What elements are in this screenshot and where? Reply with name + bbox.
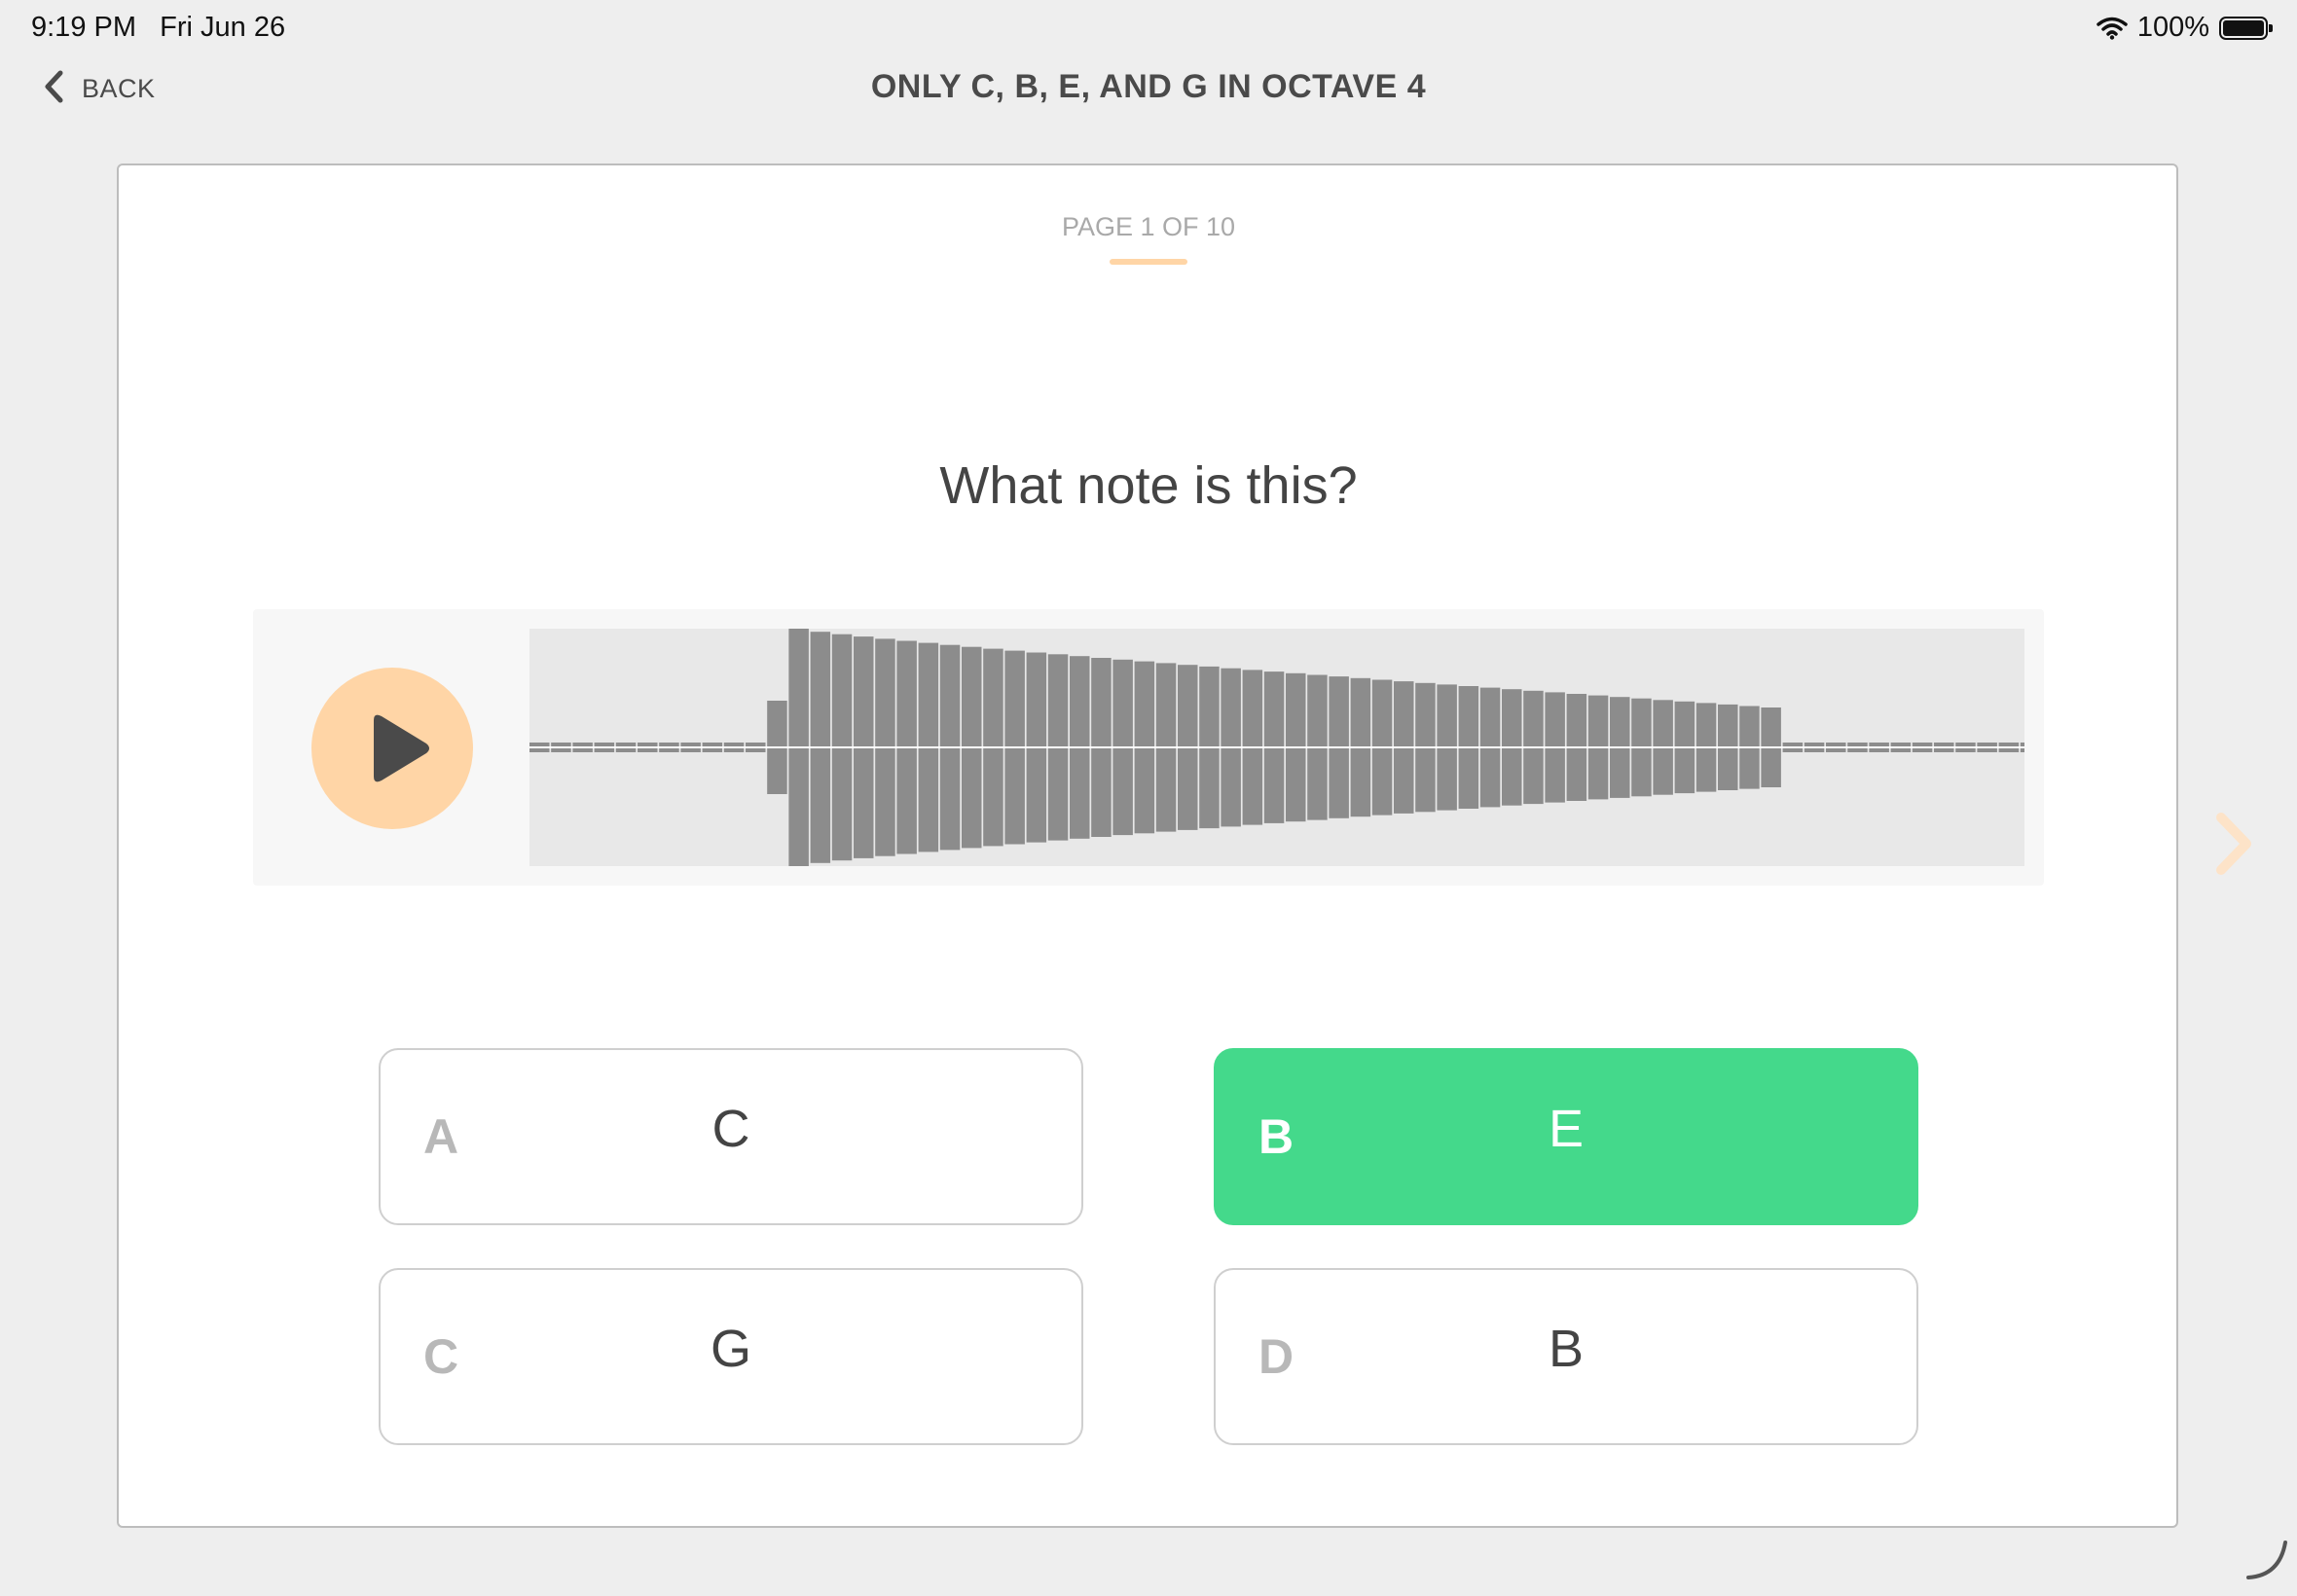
corner-handle-icon: [2244, 1537, 2289, 1586]
page-indicator-underline: [1110, 259, 1187, 265]
status-date: Fri Jun 26: [160, 12, 286, 43]
play-button[interactable]: [311, 668, 473, 829]
answer-value: E: [1548, 1100, 1585, 1158]
chevron-right-icon: [2216, 813, 2251, 875]
answer-value: C: [711, 1100, 750, 1158]
page-indicator: PAGE 1 OF 10: [1061, 212, 1236, 241]
status-time: 9:19 PM: [31, 12, 136, 43]
next-page-button[interactable]: [2213, 812, 2256, 881]
question-text: What note is this?: [939, 456, 1358, 515]
play-icon: [374, 714, 429, 782]
answer-option-c[interactable]: C G: [379, 1268, 1083, 1445]
status-bar-left: 9:19 PM Fri Jun 26: [31, 12, 285, 44]
status-bar-right: 100%: [2096, 12, 2273, 44]
answer-value: B: [1548, 1320, 1585, 1378]
answer-option-b[interactable]: B E: [1214, 1048, 1918, 1225]
answer-value: G: [710, 1320, 751, 1378]
battery-percent: 100%: [2136, 12, 2209, 43]
page-title: ONLY C, B, E, AND G IN OCTAVE 4: [870, 68, 1427, 105]
answer-option-a[interactable]: A C: [379, 1048, 1083, 1225]
wifi-icon: [2096, 17, 2128, 40]
battery-icon: [2219, 16, 2273, 40]
waveform[interactable]: [529, 629, 2024, 866]
answer-option-d[interactable]: D B: [1214, 1268, 1918, 1445]
